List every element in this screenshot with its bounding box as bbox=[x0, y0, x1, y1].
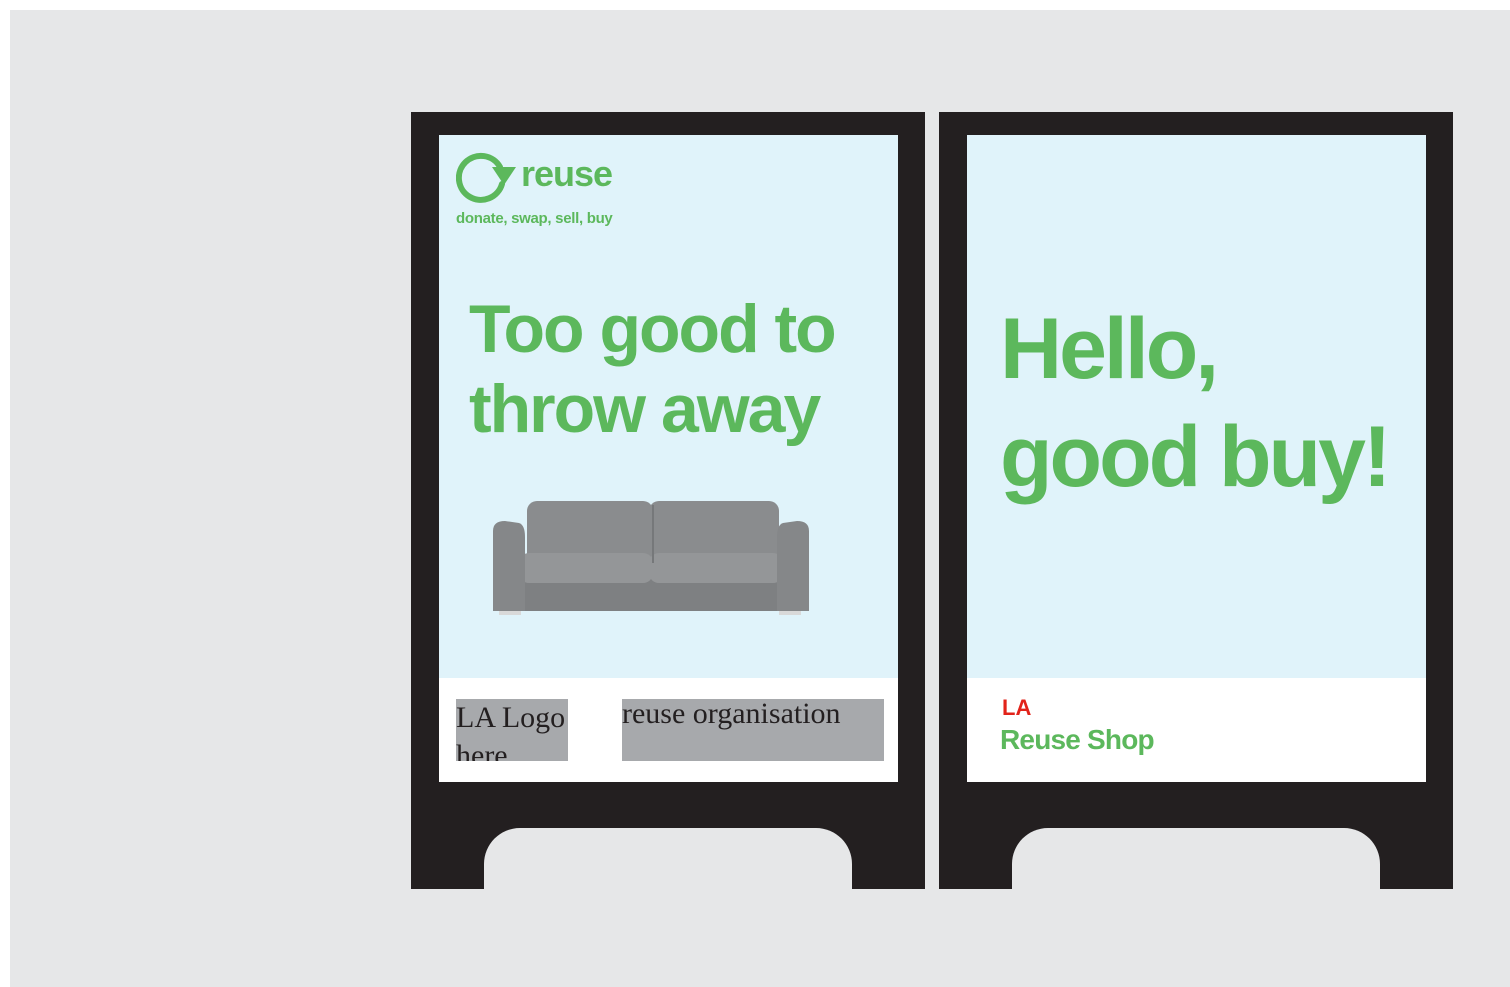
poster-panel-left: reuse donate, swap, sell, buy Too good t… bbox=[439, 135, 898, 782]
headline-line: Hello, bbox=[1000, 301, 1219, 397]
reuse-cycle-arrow-icon bbox=[456, 152, 516, 203]
headline-line: good buy! bbox=[1000, 409, 1392, 505]
reuse-organisation-placeholder: reuse organisation bbox=[622, 699, 884, 761]
a-board-sign-left: reuse donate, swap, sell, buy Too good t… bbox=[411, 112, 925, 898]
la-label: LA bbox=[1002, 695, 1032, 720]
artboard: reuse donate, swap, sell, buy Too good t… bbox=[10, 10, 1510, 987]
a-board-sign-right: Hello, good buy! LA Reuse Shop bbox=[939, 112, 1453, 898]
la-logo-placeholder: LA Logo here bbox=[456, 699, 568, 761]
headline-too-good: Too good to throw away bbox=[469, 289, 889, 449]
la-logo-text-line: LA Logo bbox=[456, 701, 566, 734]
poster-panel-right: Hello, good buy! LA Reuse Shop bbox=[967, 135, 1426, 782]
reuse-logo: reuse bbox=[456, 147, 656, 203]
la-logo-text-line: here bbox=[456, 739, 508, 761]
reuse-shop-label: Reuse Shop bbox=[1000, 724, 1155, 755]
board-leg-cutout bbox=[1012, 828, 1380, 898]
headline-line: throw away bbox=[469, 371, 821, 447]
logo-wordmark: reuse bbox=[521, 153, 613, 194]
reuse-organisation-text: reuse organisation bbox=[622, 699, 841, 730]
headline-hello-good-buy: Hello, good buy! bbox=[1000, 295, 1420, 511]
poster-footer-left: LA Logo here reuse organisation bbox=[439, 678, 898, 782]
poster-footer-right: LA Reuse Shop bbox=[967, 678, 1426, 782]
board-leg-cutout bbox=[484, 828, 852, 898]
tagline: donate, swap, sell, buy bbox=[456, 210, 613, 227]
sofa-image bbox=[493, 501, 809, 615]
headline-line: Too good to bbox=[469, 291, 837, 367]
